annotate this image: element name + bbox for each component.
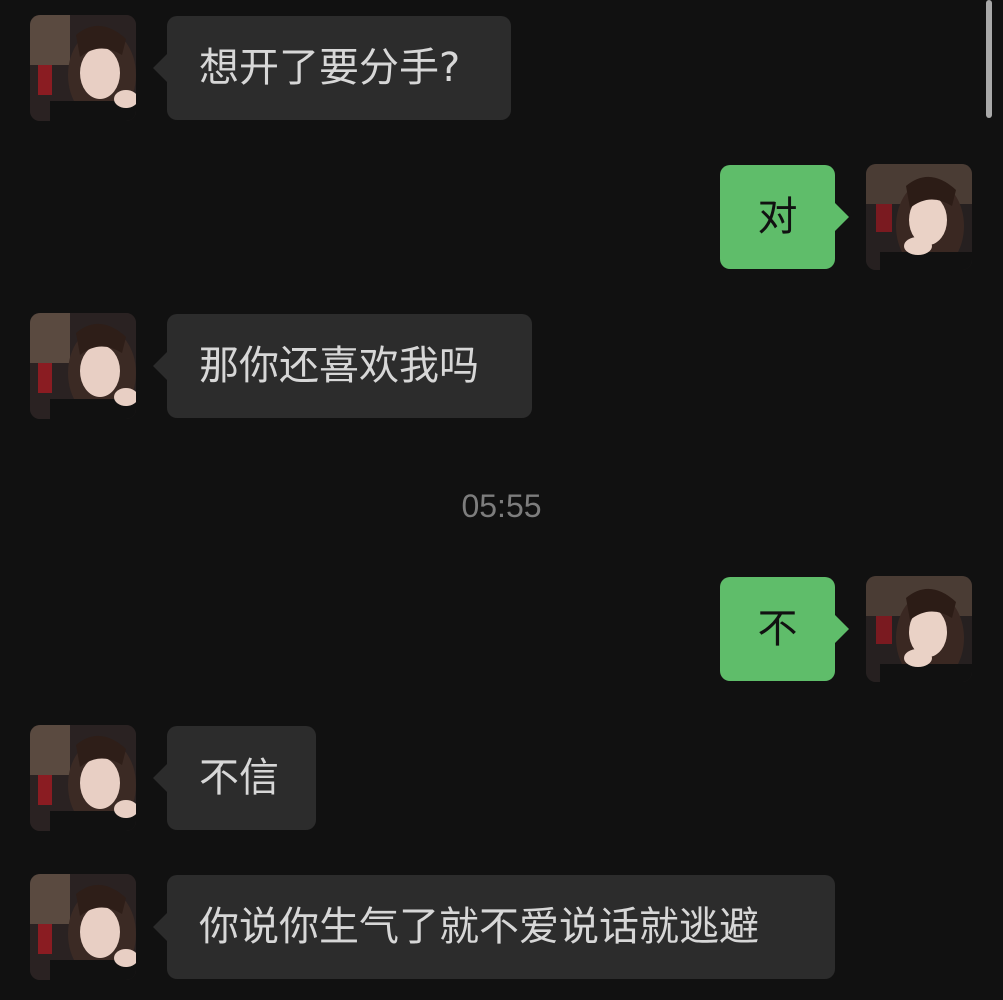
message-text: 不	[757, 606, 798, 652]
message-bubble-outgoing[interactable]: 不	[720, 577, 849, 681]
message-bubble-incoming[interactable]: 你说你生气了就不爱说话就逃避	[153, 875, 835, 979]
contact-avatar-photo-icon	[30, 725, 136, 831]
message-text: 你说你生气了就不爱说话就逃避	[199, 904, 759, 950]
scrollbar[interactable]	[986, 0, 992, 118]
contact-avatar-photo-icon	[30, 15, 136, 121]
contact-avatar[interactable]	[30, 874, 136, 980]
message-text: 那你还喜欢我吗	[199, 343, 479, 389]
contact-avatar-photo-icon	[30, 313, 136, 419]
message-bubble-outgoing[interactable]: 对	[720, 165, 849, 269]
message-bubble-incoming[interactable]: 那你还喜欢我吗	[153, 314, 532, 418]
self-avatar[interactable]	[866, 164, 972, 270]
contact-avatar[interactable]	[30, 15, 136, 121]
contact-avatar[interactable]	[30, 725, 136, 831]
message-text: 想开了要分手?	[199, 45, 461, 91]
self-avatar-photo-icon	[866, 164, 972, 270]
contact-avatar[interactable]	[30, 313, 136, 419]
message-text: 不信	[199, 755, 279, 801]
message-text: 对	[757, 194, 798, 240]
message-timestamp: 05:55	[461, 488, 542, 524]
message-bubble-incoming[interactable]: 不信	[153, 726, 316, 830]
contact-avatar-photo-icon	[30, 874, 136, 980]
message-bubble-incoming[interactable]: 想开了要分手?	[153, 16, 511, 120]
self-avatar[interactable]	[866, 576, 972, 682]
self-avatar-photo-icon	[866, 576, 972, 682]
